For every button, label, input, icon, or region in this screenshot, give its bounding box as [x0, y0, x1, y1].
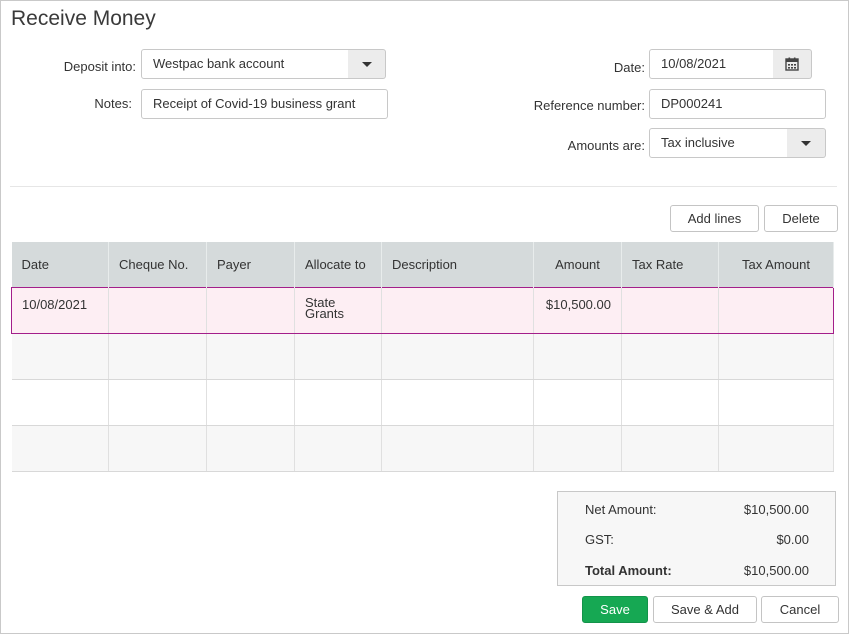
table-row[interactable] [11, 333, 834, 380]
gst-value: $0.00 [776, 532, 809, 547]
cell-allocate-to[interactable]: State Grants [294, 287, 382, 334]
cell-cheque-no[interactable] [108, 333, 207, 380]
add-lines-button[interactable]: Add lines [670, 205, 759, 232]
cell-amount[interactable]: $10,500.00 [533, 287, 622, 334]
cell-tax-amount[interactable] [718, 425, 834, 472]
cell-amount[interactable] [533, 333, 622, 380]
cell-cheque-no[interactable] [108, 425, 207, 472]
deposit-into-select[interactable]: Westpac bank account [141, 49, 349, 79]
cell-date[interactable] [11, 425, 109, 472]
cell-payer[interactable] [206, 333, 295, 380]
deposit-into-dropdown-button[interactable] [348, 49, 386, 79]
table-row[interactable] [11, 379, 834, 426]
cell-date[interactable]: 10/08/2021 [11, 287, 109, 334]
allocate-to-text-line2: Grants [305, 306, 345, 321]
cell-allocate-to[interactable] [294, 333, 382, 380]
date-label: Date: [613, 60, 645, 75]
cell-allocate-to[interactable] [294, 379, 382, 426]
cell-date[interactable] [11, 379, 109, 426]
net-amount-row: Net Amount: $10,500.00 [585, 502, 809, 517]
cell-amount[interactable] [533, 379, 622, 426]
cell-tax-amount[interactable] [718, 379, 834, 426]
amounts-are-dropdown-button[interactable] [787, 128, 826, 158]
column-header-tax-rate[interactable]: Tax Rate [621, 242, 719, 288]
save-and-add-button[interactable]: Save & Add [653, 596, 757, 623]
date-picker-button[interactable] [773, 49, 812, 79]
total-amount-row: Total Amount: $10,500.00 [585, 563, 809, 578]
cell-tax-rate[interactable] [621, 333, 719, 380]
column-header-cheque-no[interactable]: Cheque No. [108, 242, 207, 288]
column-header-tax-amount[interactable]: Tax Amount [718, 242, 834, 288]
page-title: Receive Money [11, 7, 156, 30]
table-row[interactable]: 10/08/2021 State Grants $10,500.00 [11, 287, 834, 334]
cell-tax-rate[interactable] [621, 287, 719, 334]
deposit-into-label: Deposit into: [63, 59, 136, 74]
date-input[interactable]: 10/08/2021 [649, 49, 774, 79]
cell-tax-amount[interactable] [718, 287, 834, 334]
table-header-row: Date Cheque No. Payer Allocate to Descri… [11, 242, 834, 288]
column-header-date[interactable]: Date [11, 242, 109, 288]
cell-tax-rate[interactable] [621, 379, 719, 426]
delete-button[interactable]: Delete [764, 205, 838, 232]
gst-label: GST: [585, 532, 614, 547]
cell-tax-rate[interactable] [621, 425, 719, 472]
cell-payer[interactable] [206, 379, 295, 426]
reference-number-input[interactable]: DP000241 [649, 89, 826, 119]
table-row[interactable] [11, 425, 834, 472]
totals-panel: Net Amount: $10,500.00 GST: $0.00 Total … [557, 491, 836, 586]
cell-description[interactable] [381, 379, 534, 426]
cell-payer[interactable] [206, 425, 295, 472]
cell-description[interactable] [381, 287, 534, 334]
cell-cheque-no[interactable] [108, 379, 207, 426]
cancel-button[interactable]: Cancel [761, 596, 839, 623]
save-button[interactable]: Save [582, 596, 648, 623]
net-amount-label: Net Amount: [585, 502, 657, 517]
cell-allocate-to[interactable] [294, 425, 382, 472]
column-header-payer[interactable]: Payer [206, 242, 295, 288]
column-header-allocate-to[interactable]: Allocate to [294, 242, 382, 288]
notes-label: Notes: [94, 96, 132, 111]
cell-description[interactable] [381, 425, 534, 472]
reference-number-label: Reference number: [533, 98, 645, 113]
cell-date[interactable] [11, 333, 109, 380]
total-amount-label: Total Amount: [585, 563, 672, 578]
notes-input[interactable]: Receipt of Covid-19 business grant [141, 89, 388, 119]
column-header-amount[interactable]: Amount [533, 242, 622, 288]
amounts-are-label: Amounts are: [567, 138, 645, 153]
transactions-table: Date Cheque No. Payer Allocate to Descri… [11, 242, 834, 472]
chevron-down-icon [361, 62, 372, 67]
cell-tax-amount[interactable] [718, 333, 834, 380]
column-header-description[interactable]: Description [381, 242, 534, 288]
net-amount-value: $10,500.00 [743, 502, 809, 517]
cell-description[interactable] [381, 333, 534, 380]
cell-payer[interactable] [206, 287, 295, 334]
gst-row: GST: $0.00 [585, 532, 809, 547]
chevron-down-icon [801, 141, 811, 146]
cell-amount[interactable] [533, 425, 622, 472]
total-amount-value: $10,500.00 [743, 563, 809, 578]
cell-cheque-no[interactable] [108, 287, 207, 334]
amounts-are-select[interactable]: Tax inclusive [649, 128, 788, 158]
section-divider [10, 186, 837, 187]
calendar-icon [785, 57, 799, 71]
